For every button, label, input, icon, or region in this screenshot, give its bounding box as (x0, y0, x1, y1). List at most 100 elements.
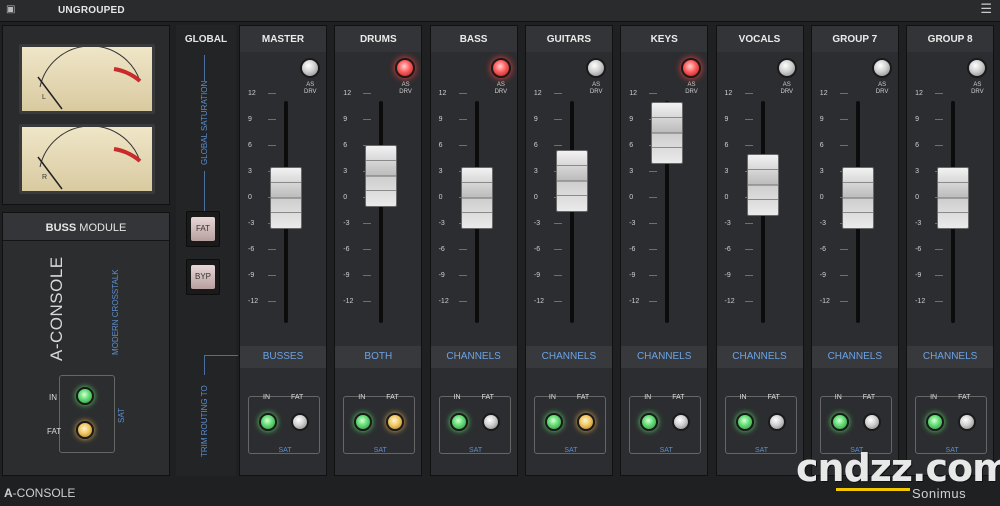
vu-needle-right (37, 127, 142, 190)
drive-toggle[interactable] (776, 58, 797, 78)
in-label: IN (358, 394, 366, 401)
fader-track[interactable] (379, 101, 384, 323)
fat-led[interactable] (481, 413, 500, 431)
in-led[interactable] (830, 413, 849, 431)
fat-led[interactable] (862, 413, 881, 431)
scale-tick-label: 6 (248, 142, 252, 149)
in-label: IN (263, 394, 270, 401)
fat-button-label: FAT (191, 217, 215, 241)
group-title[interactable]: UNGROUPED (58, 5, 125, 16)
fat-led[interactable] (958, 413, 977, 431)
drive-toggle[interactable] (967, 58, 988, 78)
channel-name[interactable]: GROUP 8 (907, 26, 994, 52)
routing-selector[interactable]: BOTH (335, 346, 422, 368)
drive-toggle[interactable] (681, 58, 702, 78)
in-led[interactable] (544, 413, 563, 431)
scale-tick-label: -3 (915, 220, 922, 227)
fader-handle[interactable] (746, 154, 779, 216)
channel-name[interactable]: VOCALS (716, 26, 803, 52)
scale-tick: -3 (343, 220, 377, 227)
channel-name[interactable]: GROUP 7 (811, 26, 898, 52)
fat-led[interactable] (386, 413, 405, 431)
fader-handle[interactable] (270, 167, 302, 229)
channel-name[interactable]: GUITARS (525, 26, 612, 52)
fader-handle[interactable] (365, 145, 398, 208)
scale-tick-label: -9 (438, 272, 445, 279)
scale-tick-label: 3 (248, 168, 252, 175)
fat-button[interactable]: FAT (186, 211, 220, 247)
scale-tick: -12 (534, 298, 568, 305)
fader-handle[interactable] (937, 167, 970, 229)
fat-led[interactable] (576, 413, 595, 431)
byp-button-label: BYP (191, 265, 215, 289)
drive-toggle[interactable] (585, 58, 606, 78)
drive-toggle[interactable] (395, 58, 416, 78)
scale-tick-label: -9 (819, 272, 827, 279)
drive-label-drv: DRV (399, 89, 412, 95)
in-led[interactable] (259, 413, 277, 431)
scale-tick-label: -9 (915, 272, 922, 279)
fat-led[interactable] (767, 413, 786, 431)
buss-in-led[interactable] (76, 387, 94, 405)
in-led[interactable] (735, 413, 754, 431)
drive-label-drv: DRV (971, 89, 984, 95)
buss-module-header: BUSS MODULE (3, 213, 169, 241)
watermark-text: cndzz.com (796, 446, 1000, 490)
fader-handle[interactable] (651, 102, 684, 164)
scale-tick-label: -3 (343, 220, 350, 227)
drive-toggle[interactable] (300, 58, 320, 78)
channel-name[interactable]: MASTER (240, 26, 326, 52)
scale-tick-label: 9 (438, 116, 443, 123)
drive-label-drv: DRV (685, 89, 698, 95)
scale-tick-label: 12 (343, 90, 352, 97)
menu-icon[interactable]: ☰ (980, 2, 992, 17)
fader-handle[interactable] (841, 167, 874, 229)
in-led[interactable] (640, 413, 659, 431)
routing-selector[interactable]: CHANNELS (525, 346, 612, 368)
drive-toggle[interactable] (871, 58, 892, 78)
fat-led[interactable] (672, 413, 691, 431)
scale-tick: 9 (343, 116, 377, 123)
routing-selector[interactable]: CHANNELS (907, 346, 994, 368)
scale-tick-label: 6 (343, 142, 348, 149)
in-label: IN (739, 394, 747, 401)
routing-selector[interactable]: CHANNELS (811, 346, 898, 368)
routing-selector[interactable]: BUSSES (240, 346, 326, 368)
scale-tick-label: 0 (724, 194, 729, 201)
sat-label: SAT (564, 447, 578, 454)
in-led[interactable] (449, 413, 468, 431)
routing-selector[interactable]: CHANNELS (430, 346, 517, 368)
buss-fat-led[interactable] (76, 421, 94, 439)
fat-label: FAT (672, 394, 685, 401)
scale-tick: 0 (629, 194, 663, 201)
routing-selector[interactable]: CHANNELS (621, 346, 708, 368)
fader-track[interactable] (569, 101, 574, 323)
fader-handle[interactable] (555, 149, 588, 212)
sat-label: SAT (469, 447, 483, 454)
channel-name[interactable]: BASS (430, 26, 517, 52)
in-led[interactable] (354, 413, 373, 431)
scale-tick-label: 0 (819, 194, 824, 201)
scale-tick-label: -9 (533, 272, 541, 279)
drive-label: AS DRV (685, 82, 698, 96)
channel-name[interactable]: KEYS (621, 26, 708, 52)
scale-tick: 6 (534, 142, 568, 149)
channel-name[interactable]: DRUMS (335, 26, 422, 52)
scale-tick: -6 (915, 246, 949, 253)
scale-tick-label: -6 (724, 246, 731, 253)
fat-label: FAT (481, 394, 494, 401)
scale-tick-label: -12 (819, 298, 830, 305)
fader-handle[interactable] (460, 167, 493, 229)
byp-button[interactable]: BYP (186, 259, 220, 295)
drive-label-as: AS (878, 82, 887, 88)
drive-label: AS DRV (781, 82, 794, 96)
drive-toggle[interactable] (490, 58, 511, 78)
scale-tick-label: 0 (533, 194, 538, 201)
scale-tick-label: -6 (533, 246, 541, 253)
fat-led[interactable] (291, 413, 309, 431)
in-led[interactable] (926, 413, 945, 431)
scale-tick-label: 3 (438, 168, 443, 175)
routing-selector[interactable]: CHANNELS (716, 346, 803, 368)
sat-switch-box: IN FAT SAT (629, 394, 702, 454)
grid-icon[interactable]: ▣ (6, 4, 22, 18)
